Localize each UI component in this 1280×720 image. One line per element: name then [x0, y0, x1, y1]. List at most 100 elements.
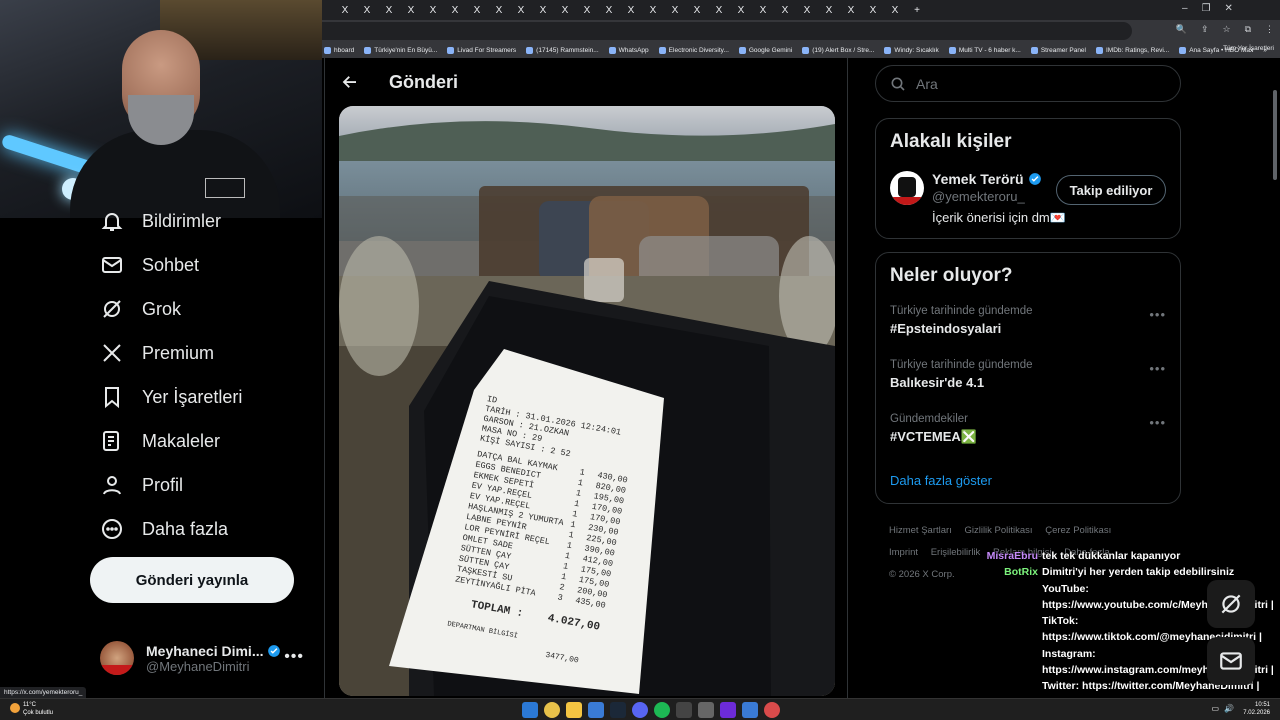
page-scrollbar[interactable]: [1272, 60, 1278, 700]
bookmark-item[interactable]: Windy: Sıcaklık: [884, 46, 939, 54]
tab-close-button[interactable]: X: [488, 5, 510, 16]
trend-item[interactable]: Gündemdekiler #VCTEMEA❎: [890, 413, 977, 445]
app-icon[interactable]: [764, 702, 780, 718]
bookmark-item[interactable]: hboard: [324, 46, 354, 54]
footer-link[interactable]: Çerez Politikası: [1045, 525, 1111, 536]
tab-close-button[interactable]: X: [730, 5, 752, 16]
scrollbar-thumb[interactable]: [1273, 90, 1277, 180]
trend-item[interactable]: Türkiye tarihinde gündemde #Epsteindosya…: [890, 305, 1033, 336]
messages-float-button[interactable]: [1207, 637, 1255, 685]
tab-close-button[interactable]: X: [510, 5, 532, 16]
tab-close-button[interactable]: X: [598, 5, 620, 16]
nav-item-notifications[interactable]: Bildirimler: [100, 206, 221, 236]
bookmark-item[interactable]: (19) Alert Box / Stre...: [802, 46, 875, 54]
bookmark-item[interactable]: (17145) Rammstein...: [526, 46, 599, 54]
post-button[interactable]: Gönderi yayınla: [90, 557, 294, 603]
more-options-icon[interactable]: •••: [1149, 361, 1166, 376]
nav-item-chat[interactable]: Sohbet: [100, 250, 199, 280]
discord-icon[interactable]: [632, 702, 648, 718]
tab-close-button[interactable]: X: [334, 5, 356, 16]
address-field[interactable]: [322, 22, 1132, 40]
menu-icon[interactable]: ⋮: [1265, 24, 1274, 35]
bookmark-item[interactable]: Livad For Streamers: [447, 46, 516, 54]
close-window-button[interactable]: ✕: [1225, 3, 1233, 14]
tab-close-button[interactable]: X: [708, 5, 730, 16]
file-explorer-icon[interactable]: [566, 702, 582, 718]
all-bookmarks-button[interactable]: Tüm Yer İşaretleri: [1223, 45, 1274, 52]
tab-close-button[interactable]: X: [620, 5, 642, 16]
search-box[interactable]: [875, 65, 1181, 102]
steam-icon[interactable]: [610, 702, 626, 718]
bookmark-item[interactable]: Streamer Panel: [1030, 46, 1086, 54]
post-photo[interactable]: ID TARİH : 31.01.2026 12:24:01 GARSON : 21…: [339, 106, 835, 696]
tab-close-button[interactable]: X: [840, 5, 862, 16]
footer-link[interactable]: Erişilebilirlik: [931, 547, 981, 558]
app-icon[interactable]: [742, 702, 758, 718]
tab-close-button[interactable]: X: [796, 5, 818, 16]
more-options-icon[interactable]: •••: [1149, 307, 1166, 322]
tab-close-button[interactable]: X: [818, 5, 840, 16]
tab-close-button[interactable]: X: [532, 5, 554, 16]
more-options-icon[interactable]: •••: [1149, 415, 1166, 430]
minimize-button[interactable]: –: [1182, 3, 1188, 14]
tab-close-button[interactable]: X: [576, 5, 598, 16]
footer-link[interactable]: Gizlilik Politikası: [964, 525, 1032, 536]
share-icon[interactable]: ⇪: [1201, 24, 1209, 35]
star-icon[interactable]: ☆: [1222, 24, 1230, 35]
related-user[interactable]: Yemek Terörü @yemekteroru_ İçerik öneris…: [890, 171, 1066, 226]
chrome-icon[interactable]: [544, 702, 560, 718]
search-input[interactable]: [916, 75, 1166, 92]
footer-link[interactable]: Imprint: [889, 547, 918, 558]
grok-float-button[interactable]: [1207, 580, 1255, 628]
tab-close-button[interactable]: X: [400, 5, 422, 16]
start-icon[interactable]: [522, 702, 538, 718]
weather-widget[interactable]: 11°C Çok bulutlu: [10, 701, 53, 717]
bookmark-favicon-icon: [884, 46, 892, 54]
nav-item-articles[interactable]: Makaleler: [100, 426, 220, 456]
more-options-icon[interactable]: •••: [284, 648, 304, 666]
bookmark-item[interactable]: WhatsApp: [608, 46, 649, 54]
footer-link[interactable]: Hizmet Şartları: [889, 525, 952, 536]
app-icon[interactable]: [720, 702, 736, 718]
tab-close-button[interactable]: X: [774, 5, 796, 16]
following-button[interactable]: Takip ediliyor: [1056, 175, 1166, 205]
account-switcher[interactable]: Meyhaneci Dimi... @MeyhaneDimitri •••: [100, 636, 310, 680]
tab-close-button[interactable]: X: [422, 5, 444, 16]
tab-close-button[interactable]: X: [378, 5, 400, 16]
tab-close-button[interactable]: X: [862, 5, 884, 16]
bookmark-label: (19) Alert Box / Stre...: [812, 46, 875, 54]
tab-close-button[interactable]: X: [356, 5, 378, 16]
tab-close-button[interactable]: X: [444, 5, 466, 16]
maximize-button[interactable]: ❐: [1202, 3, 1211, 14]
new-tab-button[interactable]: +: [906, 5, 928, 16]
bookmark-item[interactable]: Google Gemini: [738, 46, 792, 54]
tab-close-button[interactable]: X: [664, 5, 686, 16]
tab-close-button[interactable]: X: [642, 5, 664, 16]
spotify-icon[interactable]: [654, 702, 670, 718]
tab-close-button[interactable]: X: [554, 5, 576, 16]
tab-close-button[interactable]: X: [752, 5, 774, 16]
tab-close-button[interactable]: X: [884, 5, 906, 16]
app-icon[interactable]: [588, 702, 604, 718]
bookmark-item[interactable]: Electronic Diversity...: [658, 46, 729, 54]
app-icon[interactable]: [698, 702, 714, 718]
show-more-link[interactable]: Daha fazla göster: [890, 473, 992, 488]
network-icon[interactable]: ▭: [1211, 704, 1219, 713]
trend-item[interactable]: Türkiye tarihinde gündemde Balıkesir'de …: [890, 359, 1033, 390]
nav-item-grok[interactable]: Grok: [100, 294, 181, 324]
zoom-icon[interactable]: 🔍: [1176, 24, 1187, 35]
clock[interactable]: 10:51 7.02.2026: [1243, 701, 1270, 717]
app-icon[interactable]: [676, 702, 692, 718]
nav-item-more[interactable]: Daha fazla: [100, 514, 228, 544]
tab-close-button[interactable]: X: [466, 5, 488, 16]
bookmark-item[interactable]: Türkiye'nin En Büyü...: [364, 46, 437, 54]
back-button[interactable]: [327, 64, 373, 100]
bookmark-item[interactable]: IMDb: Ratings, Revi...: [1096, 46, 1169, 54]
nav-item-profile[interactable]: Profil: [100, 470, 183, 500]
nav-item-bookmarks[interactable]: Yer İşaretleri: [100, 382, 242, 412]
volume-icon[interactable]: 🔊: [1224, 704, 1234, 713]
extensions-icon[interactable]: ⧉: [1245, 24, 1251, 35]
bookmark-item[interactable]: Multi TV - 6 haber k...: [948, 46, 1021, 54]
nav-item-premium[interactable]: Premium: [100, 338, 214, 368]
tab-close-button[interactable]: X: [686, 5, 708, 16]
